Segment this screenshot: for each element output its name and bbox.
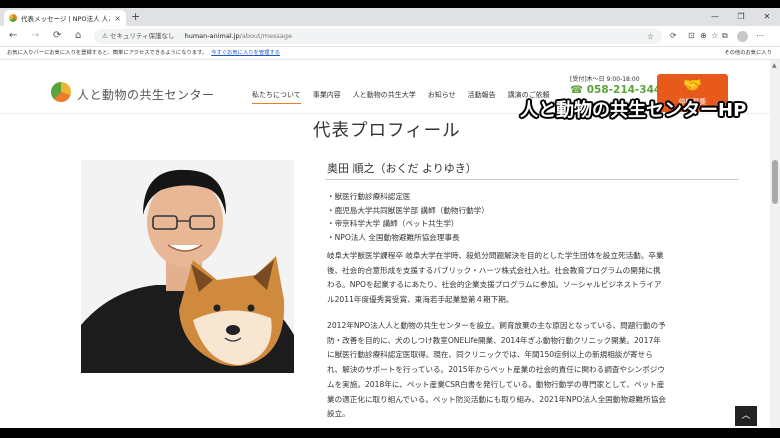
more-menu-icon[interactable]: ⋯ xyxy=(756,30,764,42)
back-to-top-button[interactable]: ︿ xyxy=(735,406,757,426)
close-window-button[interactable]: ✕ xyxy=(754,8,780,26)
address-bar[interactable]: ⚠ セキュリティ保護なし human-animal.jp/about/messa… xyxy=(94,29,662,44)
site-logo-icon[interactable] xyxy=(51,82,71,102)
url-host: human-animal.jp xyxy=(184,32,240,40)
scroll-up-arrow-icon[interactable]: ▲ xyxy=(772,62,777,69)
representative-photo xyxy=(81,160,294,373)
address-toolbar: ← → ⟳ ⌂ ⚠ セキュリティ保護なし human-animal.jp/abo… xyxy=(0,26,780,47)
bookmark-hint-text: お気に入りバーにお気に入りを登録すると、簡単にアクセスできるようになります。 xyxy=(7,50,208,56)
video-caption: 人と動物の共生センターHP xyxy=(520,100,747,121)
global-nav: 私たちについて 事業内容 人と動物の共生大学 お知らせ 活動報告 講演のご依頼 xyxy=(252,90,550,104)
new-tab-button[interactable]: + xyxy=(131,10,140,24)
minimize-button[interactable]: — xyxy=(702,8,728,26)
window-controls: — ❐ ✕ xyxy=(702,8,780,26)
role-item: ・鹿児島大学共同獣医学部 講師（動物行動学） xyxy=(327,205,489,215)
profile-avatar[interactable] xyxy=(737,31,748,42)
handshake-icon: 🤝 xyxy=(683,76,702,94)
bio-paragraph-2: 2012年NPO法人人と動物の共生センターを設立。飼育放棄の主な原因となっている… xyxy=(327,321,666,419)
forward-button[interactable]: → xyxy=(31,29,39,43)
representative-name: 奥田 順之（おくだ よりゆき） xyxy=(327,162,477,175)
nav-services[interactable]: 事業内容 xyxy=(313,90,341,104)
roles-list: ・獣医行動診療科認定医 ・鹿児島大学共同獣医学部 講師（動物行動学） ・帝京科学… xyxy=(327,190,489,245)
bio-paragraph-1: 岐阜大学獣医学課程卒 岐阜大学在学時、殺処分問題解決を目的とした学生団体を設立死… xyxy=(327,251,664,305)
back-button[interactable]: ← xyxy=(9,29,17,43)
security-warning[interactable]: ⚠ セキュリティ保護なし xyxy=(102,32,175,40)
reload-button[interactable]: ⟳ xyxy=(53,29,61,43)
name-divider xyxy=(325,179,739,180)
page-scrollbar[interactable] xyxy=(770,60,780,428)
role-item: ・NPO法人 全国動物避難所協会理事長 xyxy=(327,233,460,243)
nav-news[interactable]: お知らせ xyxy=(428,90,456,104)
contact-hours: [受付]木〜日 9:00-18:00 xyxy=(570,76,640,83)
bookmark-bar: お気に入りバーにお気に入りを登録すると、簡単にアクセスできるようになります。 今す… xyxy=(0,47,780,60)
page-title: 代表プロフィール xyxy=(313,121,461,141)
nav-reports[interactable]: 活動報告 xyxy=(468,90,496,104)
nav-about[interactable]: 私たちについて xyxy=(252,90,301,104)
browser-window: 代表メッセージ | NPO法人 人と動物 × + — ❐ ✕ ← → ⟳ ⌂ ⚠… xyxy=(0,8,780,428)
favorites-icon[interactable]: ☆ xyxy=(711,30,718,42)
role-item: ・獣医行動診療科認定医 xyxy=(327,192,411,201)
url-path: /about/message xyxy=(239,32,292,40)
manage-favorites-link[interactable]: 今すぐお気に入りを管理する xyxy=(211,50,280,56)
extension-icon[interactable]: ⟳ xyxy=(670,30,677,42)
tab-message[interactable]: 代表メッセージ | NPO法人 人と動物 × xyxy=(4,10,126,26)
role-item: ・帝京科学大学 講師（ペット共生学） xyxy=(327,219,459,229)
split-screen-icon[interactable]: ⊡ xyxy=(688,30,695,42)
tab-close-icon[interactable]: × xyxy=(114,14,121,23)
contact-phone[interactable]: ☎ 058-214-3442 xyxy=(570,84,669,96)
maximize-button[interactable]: ❐ xyxy=(728,8,754,26)
portrait-illustration xyxy=(81,160,294,373)
extensions-icon[interactable]: ⊕ xyxy=(700,30,707,42)
tab-title: 代表メッセージ | NPO法人 人と動物 xyxy=(21,15,110,23)
other-favorites-folder[interactable]: その他のお気に入り xyxy=(724,47,772,60)
scrollbar-thumb[interactable] xyxy=(772,160,778,204)
tab-bar: 代表メッセージ | NPO法人 人と動物 × + — ❐ ✕ xyxy=(0,8,780,26)
site-logo-text[interactable]: 人と動物の共生センター xyxy=(77,86,215,103)
favicon-icon xyxy=(9,14,17,22)
collections-icon[interactable]: ⧉ xyxy=(722,30,728,42)
favorite-star-icon[interactable]: ☆ xyxy=(647,29,654,44)
nav-university[interactable]: 人と動物の共生大学 xyxy=(353,90,416,104)
home-button[interactable]: ⌂ xyxy=(75,29,81,43)
